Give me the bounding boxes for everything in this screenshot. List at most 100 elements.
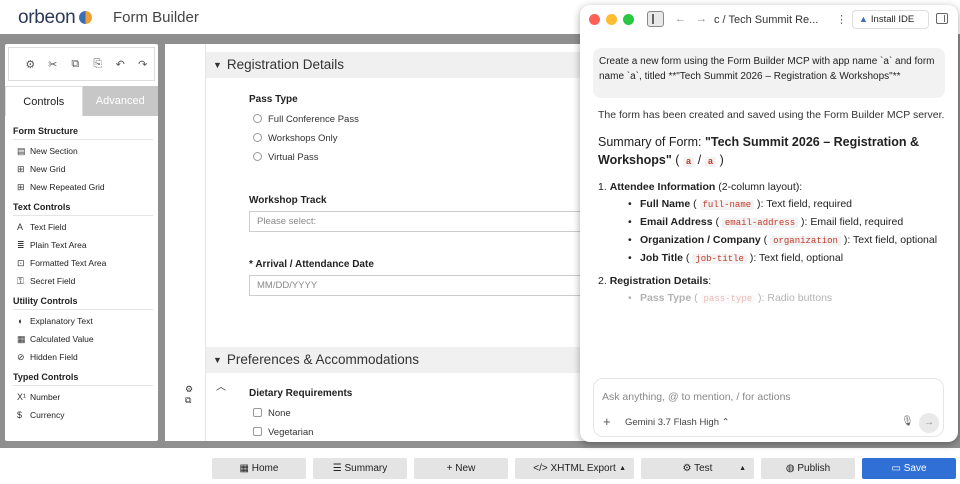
repeated-grid-icon: ⊞ [17,182,25,192]
checkbox-none[interactable]: None [253,408,291,419]
control-text-field[interactable]: A Text Field [13,218,153,236]
section-preferences[interactable]: ▼ Preferences & Accommodations [206,347,595,373]
caret-down-icon[interactable]: ▼ [213,355,222,365]
category-typed-controls: Typed Controls [13,372,153,386]
settings-icon[interactable]: ⚙ [19,58,42,71]
ai-titlebar: ← → c / Tech Summit Re... ⋮ ▲ Install IDE [580,5,958,35]
radio-full-conference[interactable]: Full Conference Pass [253,114,359,125]
test-button[interactable]: ⚙ Test ▲ [641,458,754,479]
control-secret-field[interactable]: ⚿ Secret Field [13,272,153,290]
control-new-grid[interactable]: ⊞ New Grid [13,160,153,178]
field-item: Full Name ( full-name ): Text field, req… [598,196,945,214]
gear-icon: ⚙ [682,463,695,474]
arrival-date-input[interactable]: MM/DD/YYYY [249,275,595,296]
redo-icon[interactable]: ↷ [132,58,155,71]
radio-button[interactable] [253,133,262,142]
control-new-section[interactable]: ▤ New Section [13,142,153,160]
home-button[interactable]: ▦ Home [212,458,306,479]
new-button[interactable]: + New [414,458,508,479]
key-icon: ⚿ [17,276,24,286]
toolbox-actions: ⚙ ✂ ⧉ ⎘ ↶ ↷ [8,47,155,81]
paste-icon[interactable]: ⎘ [87,58,110,71]
radio-workshops-only[interactable]: Workshops Only [253,133,338,144]
list-icon: ☰ [332,463,345,474]
orbeon-logo-icon [79,11,93,24]
summary-list: 1. Attendee Information (2-column layout… [593,179,945,308]
category-text-controls: Text Controls [13,202,153,216]
toolbox-tabs: Controls Advanced [5,86,158,116]
control-hidden-field[interactable]: ⊘ Hidden Field [13,348,153,366]
canvas-gutter [165,44,206,441]
section-icon: ▤ [17,146,26,156]
tab-controls[interactable]: Controls [5,86,83,116]
copy-icon[interactable]: ⧉ [64,58,87,71]
install-ide-button[interactable]: ▲ Install IDE [852,10,929,29]
section-2-item: 2. Registration Details: [598,275,712,287]
control-explanatory-text[interactable]: ◖ Explanatory Text [13,312,153,330]
send-arrow-icon[interactable]: → [919,413,939,433]
minimize-window-button[interactable] [606,14,617,25]
dropdown-caret-icon[interactable]: ▲ [739,458,746,479]
toolbox-panel: ⚙ ✂ ⧉ ⎘ ↶ ↷ Controls Advanced Form Struc… [5,44,158,441]
undo-icon[interactable]: ↶ [109,58,132,71]
chevron-up-icon[interactable]: ︿ [216,378,226,393]
dietary-label: Dietary Requirements [249,388,353,399]
field-item: Pass Type ( pass-type ): Radio buttons [598,290,945,308]
arrival-date-label: * Arrival / Attendance Date [249,259,374,270]
xhtml-export-button[interactable]: </> XHTML Export ▲ [515,458,634,479]
orbeon-logo[interactable]: orbeon [18,7,93,29]
radio-button[interactable] [253,152,262,161]
checkbox[interactable] [253,408,262,417]
maximize-window-button[interactable] [623,14,634,25]
right-panel-icon[interactable] [936,13,948,24]
ai-conversation: Create a new form using the Form Builder… [593,48,945,370]
control-calculated-value[interactable]: ▦ Calculated Value [13,330,153,348]
plus-icon[interactable]: + [603,414,611,429]
control-new-repeated-grid[interactable]: ⊞ New Repeated Grid [13,178,153,196]
section-registration-details[interactable]: ▼ Registration Details [206,52,595,78]
sidebar-toggle-icon[interactable] [647,11,664,27]
back-arrow-icon[interactable]: ← [675,13,686,25]
text-area-icon: ≣ [17,240,25,250]
category-utility-controls: Utility Controls [13,296,153,310]
calculator-icon: ▦ [17,334,26,344]
cut-icon[interactable]: ✂ [42,58,65,71]
close-window-button[interactable] [589,14,600,25]
field-item: Organization / Company ( organization ):… [598,232,945,250]
publish-button[interactable]: ◍ Publish [761,458,855,479]
tab-advanced[interactable]: Advanced [82,86,158,116]
controls-list: Form Structure ▤ New Section ⊞ New Grid ⊞ N… [13,120,153,424]
control-number[interactable]: X¹ Number [13,388,153,406]
caret-down-icon[interactable]: ▼ [213,60,222,70]
dropdown-caret-icon[interactable]: ▲ [619,458,626,479]
chat-input-placeholder[interactable]: Ask anything, @ to mention, / for action… [602,391,791,403]
save-button[interactable]: ▭ Save [862,458,956,479]
more-options-icon[interactable]: ⋮ [836,13,847,26]
summary-heading: Summary of Form: "Tech Summit 2026 – Reg… [598,135,920,167]
app-name-code: a [682,157,695,167]
speech-bubble-icon: ◖ [17,316,23,326]
radio-button[interactable] [253,114,262,123]
workshop-track-select[interactable]: Please select: [249,211,595,232]
text-field-icon: A [17,222,24,232]
summary-button[interactable]: ☰ Summary [313,458,407,479]
control-currency[interactable]: $ Currency [13,406,153,424]
checkbox-vegetarian[interactable]: Vegetarian [253,427,313,438]
control-formatted-text-area[interactable]: ⊡ Formatted Text Area [13,254,153,272]
copy-icon[interactable]: ⧉ [185,395,193,406]
dollar-icon: $ [17,410,23,420]
category-form-structure: Form Structure [13,126,153,140]
home-icon: ▦ [239,463,252,474]
microphone-icon[interactable]: 🎙 [901,416,914,427]
breadcrumb[interactable]: c / Tech Summit Re... [714,14,818,26]
bottom-toolbar: ▦ Home ☰ Summary + New </> XHTML Export ▲… [0,448,960,484]
checkbox[interactable] [253,427,262,436]
workshop-track-label: Workshop Track [249,195,327,206]
settings-icon[interactable]: ⚙ [185,384,193,395]
chat-input-box[interactable]: Ask anything, @ to mention, / for action… [593,378,944,437]
model-selector[interactable]: Gemini 3.7 Flash High ⌃ [625,417,730,428]
number-icon: X¹ [17,392,26,402]
control-plain-text-area[interactable]: ≣ Plain Text Area [13,236,153,254]
forward-arrow-icon[interactable]: → [696,13,707,25]
radio-virtual-pass[interactable]: Virtual Pass [253,152,319,163]
